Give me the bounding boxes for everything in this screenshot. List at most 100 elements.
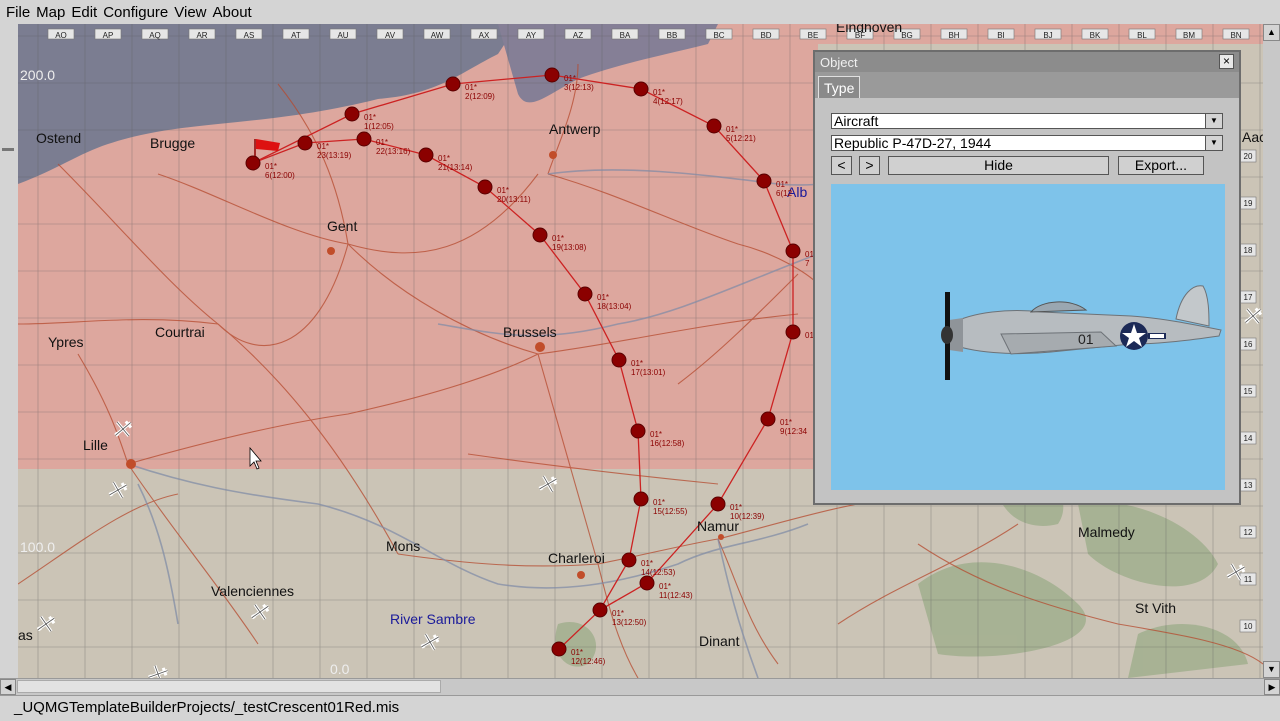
waypoint-dot[interactable] xyxy=(344,106,360,122)
grid-row-label: 10 xyxy=(1244,622,1253,631)
menu-map[interactable]: Map xyxy=(33,4,68,21)
city-label: Brussels xyxy=(503,324,557,340)
menu-view[interactable]: View xyxy=(171,4,209,21)
waypoint-dot[interactable] xyxy=(477,179,493,195)
waypoint-dot[interactable] xyxy=(297,135,313,151)
waypoint-dot[interactable] xyxy=(633,491,649,507)
scroll-down-icon[interactable]: ▼ xyxy=(1263,661,1280,678)
chevron-down-icon[interactable]: ▼ xyxy=(1205,136,1222,150)
city-label: Ostend xyxy=(36,130,81,146)
object-panel: Object × Type Aircraft ▼ Republic P-47D-… xyxy=(813,50,1241,505)
grid-row-label: 18 xyxy=(1244,246,1253,255)
ruler-marker xyxy=(2,148,14,151)
horizontal-scrollbar[interactable]: ◀ ▶ xyxy=(0,678,1280,695)
waypoint-time: 5(12:21) xyxy=(726,134,756,143)
waypoint-dot[interactable] xyxy=(245,155,261,171)
menu-about[interactable]: About xyxy=(210,4,255,21)
prev-button[interactable]: < xyxy=(831,156,852,175)
waypoint-dot[interactable] xyxy=(630,423,646,439)
vertical-scrollbar[interactable]: ▲ ▼ xyxy=(1263,24,1280,678)
model-select[interactable]: Republic P-47D-27, 1944 ▼ xyxy=(831,135,1223,151)
grid-column-label: BJ xyxy=(1043,31,1052,40)
city-label: Lille xyxy=(83,437,108,453)
menu-edit[interactable]: Edit xyxy=(68,4,100,21)
aircraft-code: 01 xyxy=(1078,331,1094,347)
tab-type[interactable]: Type xyxy=(818,76,860,98)
grid-column-label: BC xyxy=(713,31,724,40)
waypoint-id: 01* xyxy=(376,138,388,147)
waypoint-dot[interactable] xyxy=(633,81,649,97)
city-label: Gent xyxy=(327,218,357,234)
waypoint-id: 01* xyxy=(364,113,376,122)
city-label: Ypres xyxy=(48,334,84,350)
grid-column-label: BN xyxy=(1230,31,1241,40)
waypoint-dot[interactable] xyxy=(551,641,567,657)
next-button[interactable]: > xyxy=(859,156,880,175)
waypoint-dot[interactable] xyxy=(756,173,772,189)
waypoint-id: 01* xyxy=(776,180,788,189)
waypoint-dot[interactable] xyxy=(760,411,776,427)
menu-file[interactable]: File xyxy=(0,4,33,21)
waypoint-time: 13(12:50) xyxy=(612,618,647,627)
city-label: Courtrai xyxy=(155,324,205,340)
altitude-label: 0.0 xyxy=(330,661,350,677)
grid-row-label: 11 xyxy=(1244,575,1253,584)
type-select-value: Aircraft xyxy=(834,113,879,129)
status-bar: _UQMGTemplateBuilderProjects/_testCresce… xyxy=(0,695,1280,721)
grid-column-label: AV xyxy=(385,31,396,40)
grid-row-label: 15 xyxy=(1244,387,1253,396)
waypoint-dot[interactable] xyxy=(706,118,722,134)
waypoint-dot[interactable] xyxy=(785,324,801,340)
waypoint-id: 01* xyxy=(631,359,643,368)
type-select[interactable]: Aircraft ▼ xyxy=(831,113,1223,129)
waypoint-id: 01* xyxy=(659,582,671,591)
p47-aircraft-image: 01 xyxy=(941,285,1222,380)
grid-row-label: 19 xyxy=(1244,199,1253,208)
waypoint-dot[interactable] xyxy=(418,147,434,163)
grid-column-label: AU xyxy=(337,31,348,40)
waypoint-time: 23(13:19) xyxy=(317,151,352,160)
close-icon[interactable]: × xyxy=(1219,54,1234,69)
scroll-thumb[interactable] xyxy=(17,680,441,693)
tab-bar: Type xyxy=(815,72,1239,98)
scroll-left-icon[interactable]: ◀ xyxy=(0,679,16,695)
waypoint-id: 01* xyxy=(571,648,583,657)
city-label: as xyxy=(18,627,33,643)
waypoint-time: 6(12 xyxy=(776,189,793,198)
waypoint-dot[interactable] xyxy=(445,76,461,92)
grid-row-label: 12 xyxy=(1244,528,1253,537)
grid-column-label: BM xyxy=(1183,31,1195,40)
waypoint-time: 6(12:00) xyxy=(265,171,295,180)
waypoint-time: 9(12:34 xyxy=(780,427,808,436)
waypoint-dot[interactable] xyxy=(532,227,548,243)
altitude-label: 100.0 xyxy=(20,539,55,555)
waypoint-id: 01* xyxy=(653,498,665,507)
waypoint-dot[interactable] xyxy=(785,243,801,259)
chevron-down-icon[interactable]: ▼ xyxy=(1205,114,1222,128)
scroll-up-icon[interactable]: ▲ xyxy=(1263,24,1280,41)
waypoint-id: 01* xyxy=(564,74,576,83)
export-button[interactable]: Export... xyxy=(1118,156,1204,175)
menu-configure[interactable]: Configure xyxy=(100,4,171,21)
scroll-right-icon[interactable]: ▶ xyxy=(1264,679,1280,695)
city-label: Antwerp xyxy=(549,121,601,137)
waypoint-dot[interactable] xyxy=(611,352,627,368)
waypoint-id: 01* xyxy=(552,234,564,243)
waypoint-dot[interactable] xyxy=(592,602,608,618)
waypoint-id: 01* xyxy=(780,418,792,427)
waypoint-dot[interactable] xyxy=(621,552,637,568)
waypoint-dot[interactable] xyxy=(544,67,560,83)
object-panel-titlebar[interactable]: Object × xyxy=(815,52,1239,72)
hide-button[interactable]: Hide xyxy=(888,156,1109,175)
waypoint-time: 2(12:09) xyxy=(465,92,495,101)
waypoint-dot[interactable] xyxy=(356,131,372,147)
waypoint-dot[interactable] xyxy=(639,575,655,591)
waypoint-time: 11(12:43) xyxy=(659,591,693,600)
waypoint-dot[interactable] xyxy=(710,496,726,512)
waypoint-id: 01* xyxy=(641,559,653,568)
waypoint-dot[interactable] xyxy=(577,286,593,302)
grid-column-label: BE xyxy=(808,31,819,40)
grid-column-label: BD xyxy=(760,31,771,40)
waypoint-time: 17(13:01) xyxy=(631,368,666,377)
waypoint-id: 01* xyxy=(726,125,738,134)
